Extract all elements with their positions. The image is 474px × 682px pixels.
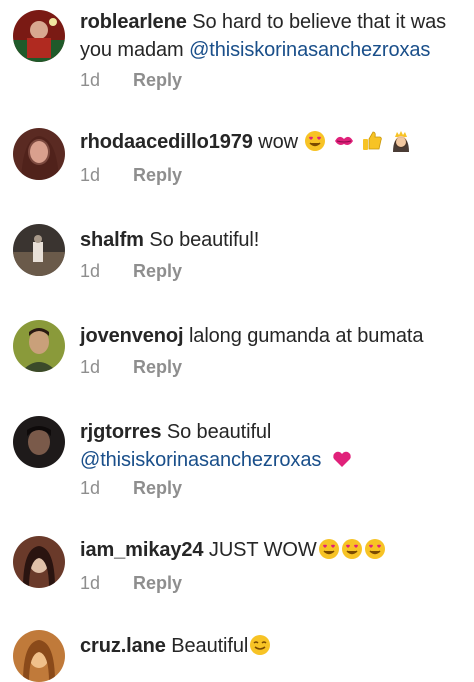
smiling-face-heart-eyes-icon [364, 539, 385, 559]
thumbs-up-icon [363, 131, 383, 150]
reply-button[interactable]: Reply [133, 357, 182, 377]
reply-button[interactable]: Reply [133, 165, 182, 185]
timestamp: 1d [80, 478, 101, 498]
mention-link[interactable]: @thisiskorinasanchezroxas [189, 39, 430, 61]
smiling-face-heart-eyes-icon [318, 539, 339, 559]
timestamp: 1d [80, 261, 101, 281]
avatar[interactable] [13, 224, 65, 276]
avatar[interactable] [13, 630, 65, 682]
username[interactable]: rjgtorres [80, 421, 161, 443]
smiling-face-heart-eyes-icon [305, 131, 326, 151]
reply-button[interactable]: Reply [133, 70, 182, 90]
avatar[interactable] [13, 320, 65, 372]
comment-text: lalong gumanda at bumata [188, 325, 424, 347]
username[interactable]: roblearlene [80, 11, 187, 33]
avatar[interactable] [13, 416, 65, 468]
username[interactable]: rhodaacedillo1979 [80, 131, 253, 153]
smiling-face-heart-eyes-icon [341, 539, 362, 559]
kiss-mark-icon [334, 136, 353, 145]
username[interactable]: jovenvenoj [80, 325, 184, 347]
avatar[interactable] [13, 128, 65, 180]
avatar[interactable] [13, 536, 65, 588]
timestamp: 1d [80, 70, 101, 90]
reply-button[interactable]: Reply [133, 478, 182, 498]
timestamp: 1d [80, 165, 101, 185]
username[interactable]: cruz.lane [80, 635, 166, 657]
mention-link[interactable]: @thisiskorinasanchezroxas [80, 449, 321, 471]
reply-button[interactable]: Reply [133, 261, 182, 281]
timestamp: 1d [80, 573, 101, 593]
reply-button[interactable]: Reply [133, 573, 182, 593]
woman-with-crown-icon [392, 131, 409, 152]
smiling-face-icon [250, 635, 271, 655]
comment-text: So beautiful [166, 421, 272, 443]
avatar[interactable] [13, 10, 65, 62]
comment-text: So beautiful! [149, 229, 260, 251]
comment-text: JUST WOW [208, 539, 317, 561]
comment-text: Beautiful [171, 635, 249, 657]
username[interactable]: shalfm [80, 229, 144, 251]
comment-text: wow [258, 131, 299, 153]
timestamp: 1d [80, 357, 101, 377]
username[interactable]: iam_mikay24 [80, 539, 204, 561]
purple-heart-icon [333, 451, 351, 467]
